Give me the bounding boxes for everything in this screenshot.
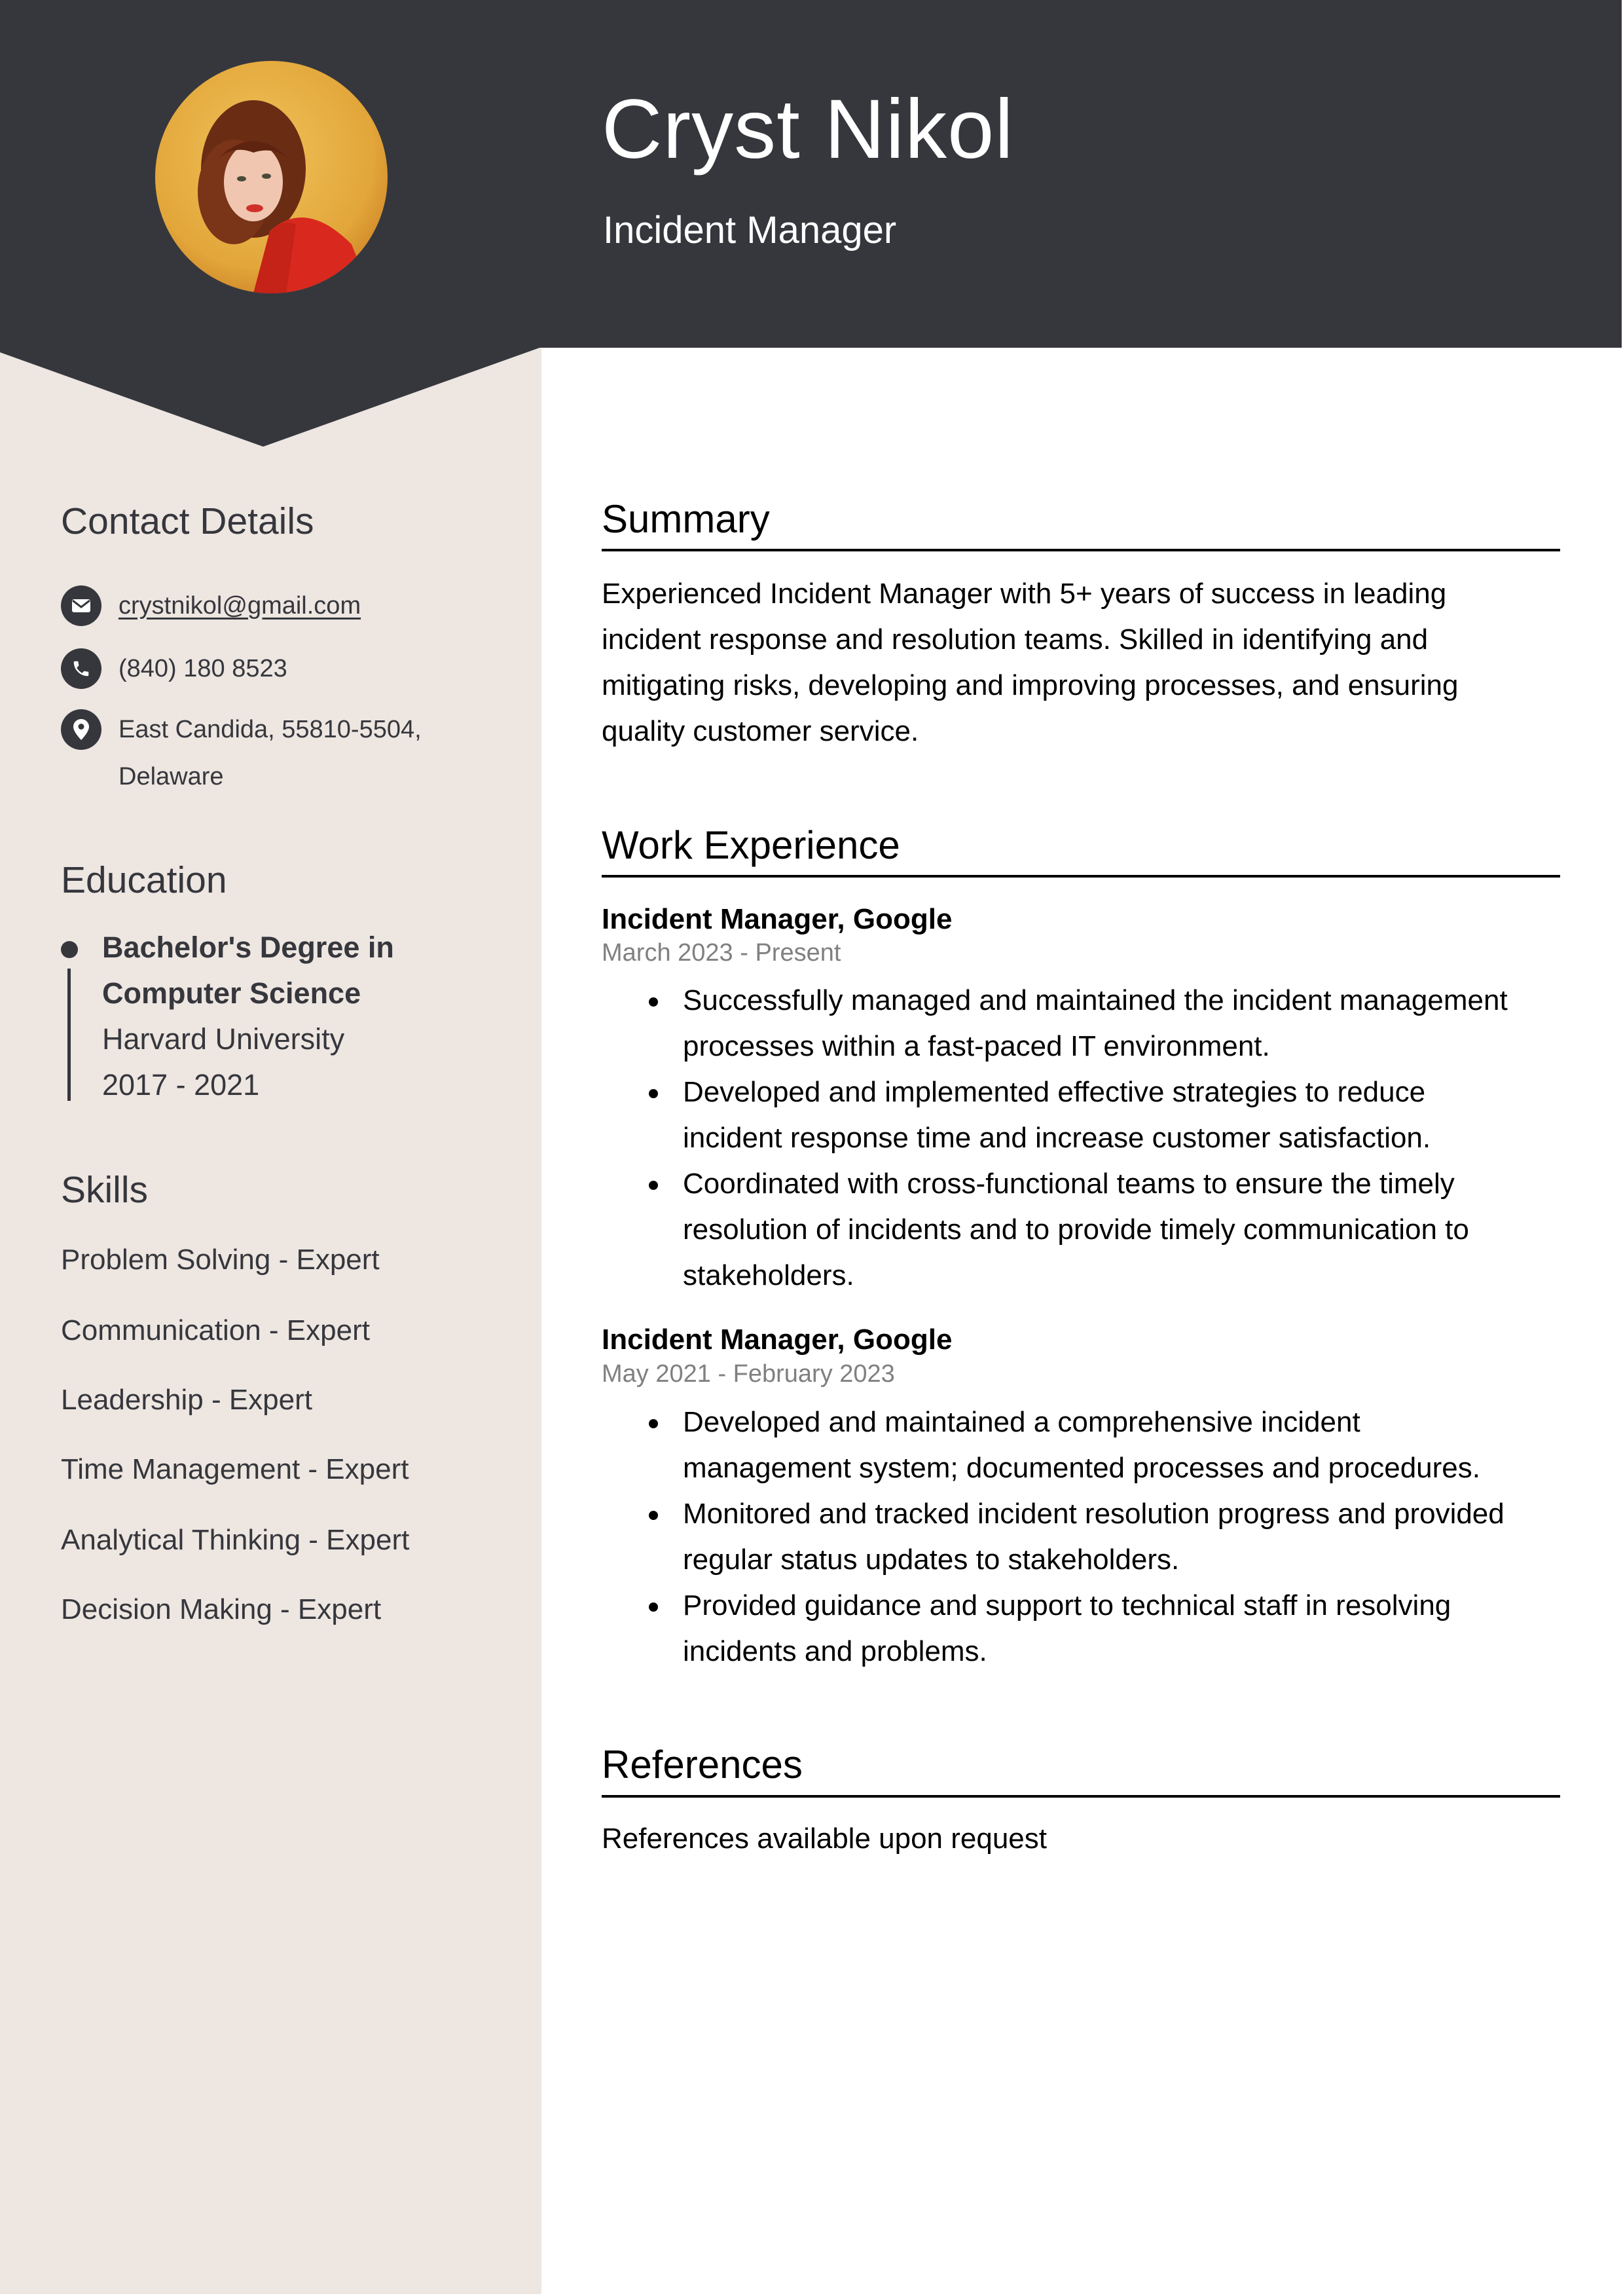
education-heading: Education — [61, 859, 227, 901]
job-bullet: Developed and implemented effective stra… — [649, 1069, 1586, 1161]
portrait-image — [155, 61, 388, 293]
school-name: Harvard University — [102, 1022, 345, 1056]
job-dates: March 2023 - Present — [602, 939, 841, 967]
references-heading: References — [602, 1743, 803, 1787]
phone-icon — [61, 648, 101, 689]
job-title: Incident Manager, Google — [602, 1324, 953, 1356]
email-link[interactable]: crystnikol@gmail.com — [119, 592, 361, 620]
degree-line-1: Bachelor's Degree in — [102, 931, 394, 964]
timeline-dot — [61, 941, 78, 958]
address-line-2: Delaware — [119, 763, 224, 790]
job-bullet: Provided guidance and support to technic… — [649, 1583, 1586, 1675]
skill-item: Decision Making - Expert — [61, 1593, 382, 1625]
contact-details-heading: Contact Details — [61, 500, 314, 542]
work-experience-heading: Work Experience — [602, 823, 900, 867]
work-experience-divider — [602, 875, 1560, 878]
summary-divider — [602, 549, 1560, 551]
profile-photo — [155, 61, 388, 293]
candidate-name: Cryst Nikol — [602, 83, 1014, 176]
skills-heading: Skills — [61, 1169, 149, 1211]
skill-item: Leadership - Expert — [61, 1384, 312, 1416]
job-dates: May 2021 - February 2023 — [602, 1360, 895, 1388]
header-chevron — [0, 347, 541, 447]
education-years: 2017 - 2021 — [102, 1068, 260, 1102]
job-bullet: Coordinated with cross-functional teams … — [649, 1161, 1586, 1299]
skill-item: Time Management - Expert — [61, 1453, 409, 1485]
education-entry: Bachelor's Degree in Computer Science Ha… — [102, 925, 394, 1108]
job-bullets: Successfully managed and maintained the … — [649, 978, 1586, 1299]
summary-text: Experienced Incident Manager with 5+ yea… — [602, 571, 1564, 754]
summary-line: incident response and resolution teams. … — [602, 623, 1429, 656]
degree-line-2: Computer Science — [102, 976, 361, 1010]
job-title: Incident Manager, Google — [602, 903, 953, 935]
summary-heading: Summary — [602, 497, 770, 541]
references-divider — [602, 1795, 1560, 1798]
skill-item: Analytical Thinking - Expert — [61, 1524, 410, 1556]
contact-address: East Candida, 55810-5504, Delaware — [61, 709, 422, 800]
timeline-line — [67, 969, 71, 1101]
candidate-role: Incident Manager — [603, 209, 897, 251]
job-bullet: Successfully managed and maintained the … — [649, 978, 1586, 1069]
summary-line: Experienced Incident Manager with 5+ yea… — [602, 578, 1447, 610]
contact-email: crystnikol@gmail.com — [61, 585, 361, 629]
location-pin-icon — [61, 709, 101, 750]
references-text: References available upon request — [602, 1823, 1048, 1855]
summary-line: quality customer service. — [602, 715, 919, 747]
summary-line: mitigating risks, developing and improvi… — [602, 669, 1459, 701]
contact-phone: (840) 180 8523 — [61, 648, 287, 692]
envelope-icon — [61, 585, 101, 626]
job-bullet: Monitored and tracked incident resolutio… — [649, 1491, 1586, 1583]
skill-item: Problem Solving - Expert — [61, 1244, 380, 1276]
address-line-1: East Candida, 55810-5504, — [119, 716, 422, 743]
phone-number: (840) 180 8523 — [119, 655, 287, 682]
job-bullet: Developed and maintained a comprehensive… — [649, 1399, 1586, 1491]
skill-item: Communication - Expert — [61, 1314, 370, 1346]
job-bullets: Developed and maintained a comprehensive… — [649, 1399, 1586, 1675]
